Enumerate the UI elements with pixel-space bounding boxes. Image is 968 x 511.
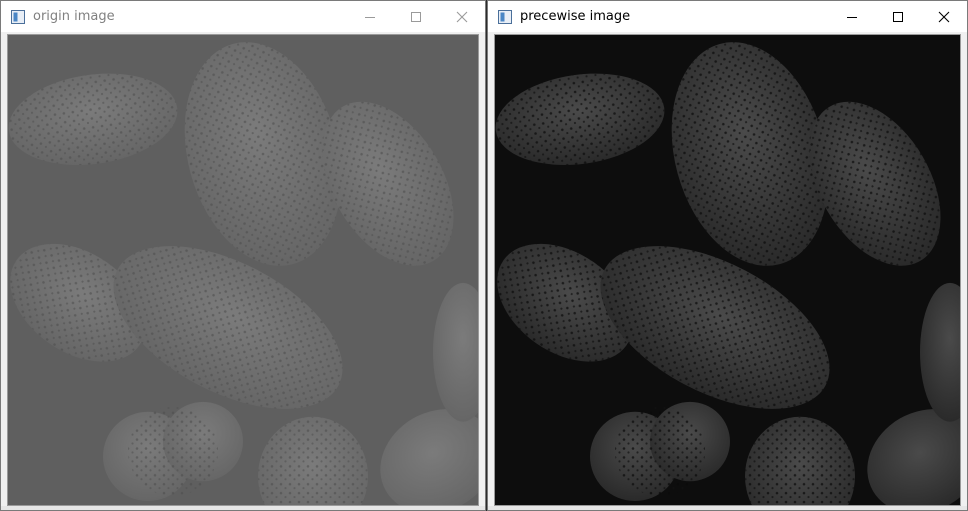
precewise-image-window: precewise image <box>487 0 968 511</box>
image-canvas[interactable] <box>494 34 961 506</box>
maximize-button[interactable] <box>393 1 439 32</box>
status-strip <box>1 506 485 510</box>
pollen-image <box>495 35 960 505</box>
minimize-button[interactable] <box>347 1 393 32</box>
close-icon <box>456 11 468 22</box>
maximize-button[interactable] <box>875 1 921 32</box>
minimize-icon <box>847 16 857 18</box>
title-bar[interactable]: precewise image <box>488 1 967 32</box>
close-icon <box>938 11 950 22</box>
origin-image-window: origin image <box>0 0 486 511</box>
pollen-image <box>8 35 478 505</box>
close-button[interactable] <box>439 1 485 32</box>
minimize-icon <box>365 16 375 18</box>
title-bar[interactable]: origin image <box>1 1 485 32</box>
opencv-window-icon <box>10 9 26 25</box>
maximize-icon <box>893 11 903 22</box>
window-title: precewise image <box>520 9 631 24</box>
opencv-window-icon <box>497 9 513 25</box>
minimize-button[interactable] <box>829 1 875 32</box>
image-canvas[interactable] <box>7 34 479 506</box>
window-title: origin image <box>33 9 115 24</box>
status-strip <box>488 506 967 510</box>
close-button[interactable] <box>921 1 967 32</box>
maximize-icon <box>411 11 421 22</box>
